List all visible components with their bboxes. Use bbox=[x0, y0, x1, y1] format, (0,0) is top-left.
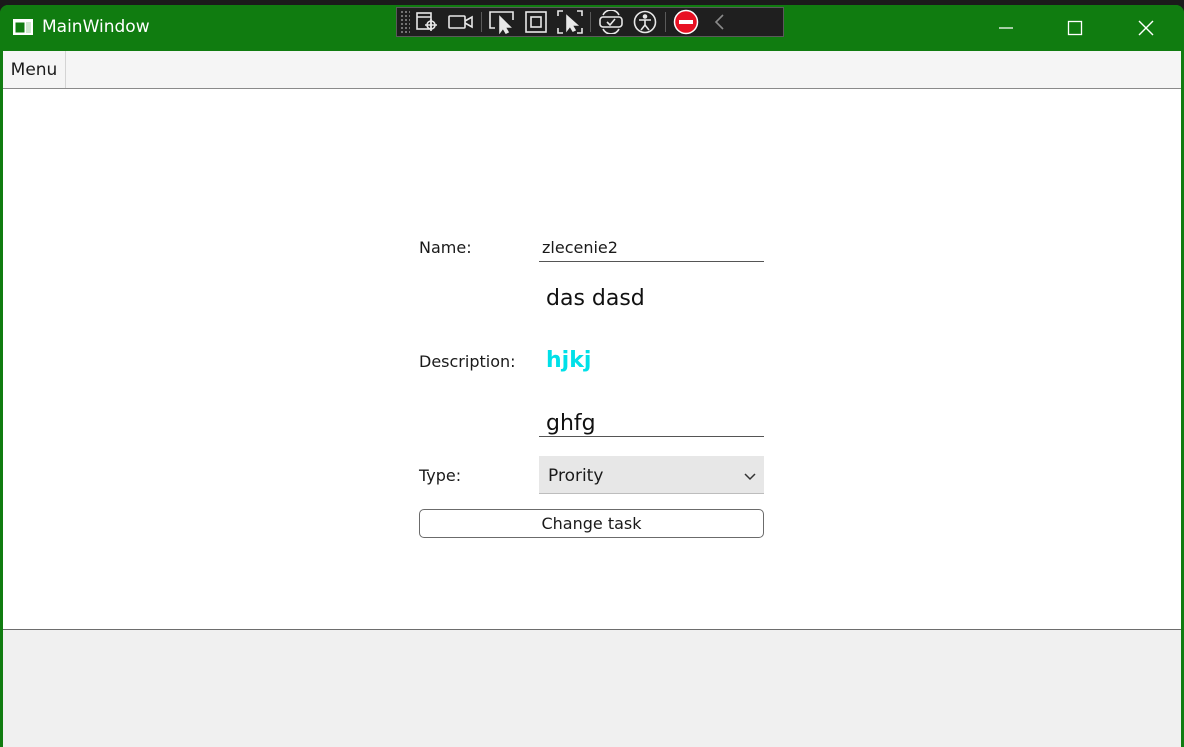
status-bar bbox=[3, 629, 1181, 747]
pointer-icon[interactable] bbox=[485, 8, 519, 36]
maximize-button[interactable] bbox=[1040, 5, 1110, 51]
change-task-button[interactable]: Change task bbox=[419, 509, 764, 538]
window-title: MainWindow bbox=[42, 17, 150, 37]
description-line: das dasd bbox=[546, 286, 645, 311]
toolbar-separator bbox=[481, 12, 482, 32]
name-field-value: zlecenie2 bbox=[542, 238, 618, 257]
client-area: Menu Name: zlecenie2 Description: das da… bbox=[3, 51, 1181, 747]
description-field[interactable]: das dasd hjkj ghfg bbox=[539, 275, 764, 437]
track-focus-icon[interactable] bbox=[553, 8, 587, 36]
app-window-icon bbox=[13, 19, 33, 35]
layout-adorner-icon[interactable] bbox=[519, 8, 553, 36]
hot-reload-icon[interactable] bbox=[594, 8, 628, 36]
type-select-value: Prority bbox=[548, 466, 604, 486]
record-video-icon[interactable] bbox=[444, 8, 478, 36]
select-element-icon[interactable] bbox=[410, 8, 444, 36]
type-select[interactable]: Prority bbox=[539, 456, 764, 494]
chevron-down-icon bbox=[744, 467, 756, 487]
accessibility-icon[interactable] bbox=[628, 8, 662, 36]
minimize-button[interactable] bbox=[971, 5, 1041, 51]
xaml-debug-toolbar bbox=[396, 7, 784, 37]
name-label: Name: bbox=[419, 238, 472, 257]
name-field[interactable]: zlecenie2 bbox=[539, 231, 764, 262]
close-button[interactable] bbox=[1111, 5, 1181, 51]
stop-icon[interactable] bbox=[669, 8, 703, 36]
description-line: ghfg bbox=[546, 411, 596, 436]
close-icon bbox=[1138, 20, 1154, 36]
toolbar-separator bbox=[665, 12, 666, 32]
description-label: Description: bbox=[419, 352, 516, 371]
maximize-icon bbox=[1067, 20, 1083, 36]
menu-bar: Menu bbox=[3, 51, 1181, 89]
collapse-chevron-icon[interactable] bbox=[703, 8, 737, 36]
toolbar-grip[interactable] bbox=[400, 10, 410, 34]
title-bar[interactable]: MainWindow bbox=[0, 5, 1184, 51]
toolbar-separator bbox=[590, 12, 591, 32]
type-label: Type: bbox=[419, 466, 462, 485]
minimize-icon bbox=[999, 27, 1013, 29]
main-window: MainWindow Menu Name: zlecenie2 Descript… bbox=[0, 5, 1184, 747]
menu-button[interactable]: Menu bbox=[3, 51, 66, 88]
description-line-highlighted: hjkj bbox=[546, 348, 592, 373]
